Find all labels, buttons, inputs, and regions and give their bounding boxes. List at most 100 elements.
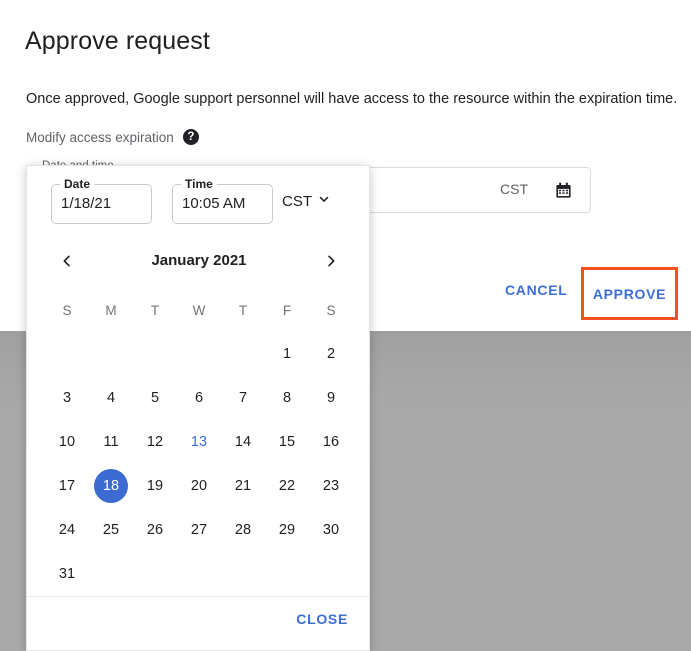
calendar-cell: 14	[221, 420, 265, 464]
calendar-day-14[interactable]: 14	[226, 425, 260, 459]
calendar-day-24[interactable]: 24	[50, 513, 84, 547]
time-input-label: Time	[181, 177, 217, 191]
timezone-select[interactable]: CST	[282, 192, 331, 211]
calendar-day-headers: SMTWTFS	[27, 288, 369, 332]
calendar-cell: 13	[177, 420, 221, 464]
modify-access-expiration-row: Modify access expiration ?	[26, 129, 199, 145]
page-title: Approve request	[25, 27, 210, 55]
calendar-cell: 21	[221, 464, 265, 508]
calendar-cell	[265, 552, 309, 596]
calendar-day-header: F	[282, 302, 292, 318]
approve-button[interactable]: APPROVE	[584, 270, 675, 317]
calendar-day-26[interactable]: 26	[138, 513, 172, 547]
chevron-right-icon[interactable]	[316, 246, 346, 276]
calendar-cell	[309, 552, 353, 596]
calendar-day-21[interactable]: 21	[226, 469, 260, 503]
calendar-cell: 25	[89, 508, 133, 552]
calendar-day-9[interactable]: 9	[314, 381, 348, 415]
calendar-day-3[interactable]: 3	[50, 381, 84, 415]
calendar-day-18[interactable]: 18	[94, 469, 128, 503]
calendar-day-header: M	[105, 302, 117, 318]
calendar-day-header: S	[326, 302, 336, 318]
time-input-value[interactable]: 10:05 AM	[182, 195, 270, 212]
calendar-day-header: S	[62, 302, 72, 318]
calendar-day-23[interactable]: 23	[314, 469, 348, 503]
calendar-day-5[interactable]: 5	[138, 381, 172, 415]
calendar-cell: 17	[45, 464, 89, 508]
calendar-grid: SMTWTFS 1 2 3 4 5 6 7 8 9 10 11 12 13 14 15 16 17 18 19 20 2…	[27, 288, 369, 596]
calendar-day-11[interactable]: 11	[94, 425, 128, 459]
calendar-icon[interactable]	[554, 181, 573, 200]
approve-button-highlight: APPROVE	[581, 267, 678, 320]
calendar-day-6[interactable]: 6	[182, 381, 216, 415]
calendar-cell	[221, 552, 265, 596]
calendar-day-1[interactable]: 1	[270, 337, 304, 371]
calendar-day-16[interactable]: 16	[314, 425, 348, 459]
calendar-cell: 3	[45, 376, 89, 420]
calendar-cell: 20	[177, 464, 221, 508]
calendar-cell: 19	[133, 464, 177, 508]
calendar-day-header: T	[238, 302, 248, 318]
calendar-cell: 5	[133, 376, 177, 420]
calendar-cell	[89, 552, 133, 596]
calendar-week-row: 24 25 26 27 28 29 30	[27, 508, 369, 552]
calendar-day-10[interactable]: 10	[50, 425, 84, 459]
calendar-day-27[interactable]: 27	[182, 513, 216, 547]
calendar-cell: 16	[309, 420, 353, 464]
calendar-cell	[133, 332, 177, 376]
calendar-day-header: W	[192, 302, 206, 318]
calendar-day-13[interactable]: 13	[182, 425, 216, 459]
calendar-cell	[45, 332, 89, 376]
date-input-label: Date	[60, 177, 95, 191]
calendar-cell: 24	[45, 508, 89, 552]
date-and-time-timezone: CST	[500, 181, 528, 197]
screen: Approve request Once approved, Google su…	[0, 0, 691, 651]
calendar-cell: 10	[45, 420, 89, 464]
calendar-cell	[221, 332, 265, 376]
calendar-cell	[177, 332, 221, 376]
picker-input-row: Date 1/18/21 Time 10:05 AM CST	[27, 166, 369, 234]
calendar-cell: 9	[309, 376, 353, 420]
help-icon[interactable]: ?	[182, 129, 199, 145]
calendar-cell: 23	[309, 464, 353, 508]
calendar-day-7[interactable]: 7	[226, 381, 260, 415]
calendar-day-20[interactable]: 20	[182, 469, 216, 503]
calendar-day-15[interactable]: 15	[270, 425, 304, 459]
calendar-cell: 26	[133, 508, 177, 552]
cancel-button[interactable]: CANCEL	[505, 282, 568, 298]
calendar-week-row: 10 11 12 13 14 15 16	[27, 420, 369, 464]
time-input-field[interactable]: Time 10:05 AM	[172, 177, 273, 224]
calendar-day-22[interactable]: 22	[270, 469, 304, 503]
calendar-cell: 18	[89, 464, 133, 508]
picker-footer: CLOSE	[27, 596, 369, 650]
calendar-cell: 27	[177, 508, 221, 552]
calendar-cell	[89, 332, 133, 376]
month-navigation: January 2021	[27, 241, 369, 281]
calendar-cell: 29	[265, 508, 309, 552]
close-button[interactable]: CLOSE	[296, 611, 348, 627]
calendar-day-31[interactable]: 31	[50, 557, 84, 591]
calendar-cell: 12	[133, 420, 177, 464]
calendar-day-19[interactable]: 19	[138, 469, 172, 503]
date-input-value[interactable]: 1/18/21	[61, 195, 149, 212]
calendar-day-12[interactable]: 12	[138, 425, 172, 459]
calendar-day-8[interactable]: 8	[270, 381, 304, 415]
date-input-field[interactable]: Date 1/18/21	[51, 177, 152, 224]
calendar-cell: 30	[309, 508, 353, 552]
calendar-week-row: 3456789	[27, 376, 369, 420]
calendar-day-30[interactable]: 30	[314, 513, 348, 547]
calendar-day-28[interactable]: 28	[226, 513, 260, 547]
calendar-day-17[interactable]: 17	[50, 469, 84, 503]
dialog-description: Once approved, Google support personnel …	[26, 91, 678, 107]
calendar-day-25[interactable]: 25	[94, 513, 128, 547]
calendar-day-29[interactable]: 29	[270, 513, 304, 547]
calendar-day-2[interactable]: 2	[314, 337, 348, 371]
chevron-left-icon[interactable]	[52, 246, 82, 276]
calendar-cell: 1	[265, 332, 309, 376]
calendar-cell: 28	[221, 508, 265, 552]
calendar-day-4[interactable]: 4	[94, 381, 128, 415]
calendar-cell: 11	[89, 420, 133, 464]
datetime-picker-popup: Date 1/18/21 Time 10:05 AM CST January 2…	[26, 165, 370, 651]
calendar-cell: 2	[309, 332, 353, 376]
calendar-week-row: 12	[27, 332, 369, 376]
